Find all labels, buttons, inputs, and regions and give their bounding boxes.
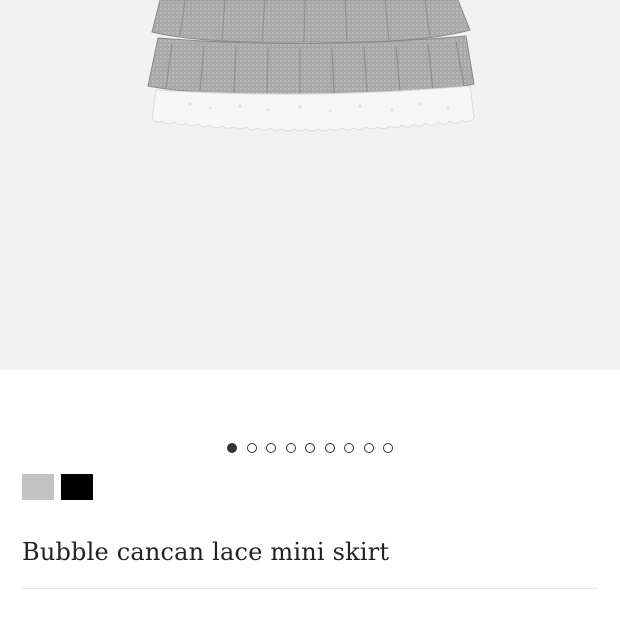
- image-pagination: [0, 443, 620, 453]
- pagination-dot-5[interactable]: [305, 443, 315, 453]
- pagination-dot-6[interactable]: [324, 443, 335, 453]
- pagination-dot-1[interactable]: [227, 443, 237, 453]
- product-title: Bubble cancan lace mini skirt: [22, 538, 390, 566]
- skirt-illustration: [147, 0, 475, 132]
- pagination-dot-7[interactable]: [344, 443, 354, 453]
- pagination-dot-8[interactable]: [363, 443, 374, 453]
- product-image[interactable]: [0, 0, 620, 370]
- color-swatches: [22, 474, 93, 500]
- pagination-dot-9[interactable]: [383, 443, 393, 453]
- pagination-dot-2[interactable]: [246, 443, 257, 453]
- pagination-dot-4[interactable]: [285, 443, 296, 453]
- product-page: Bubble cancan lace mini skirt: [0, 0, 620, 620]
- pagination-dot-3[interactable]: [266, 443, 276, 453]
- swatch-gray[interactable]: [22, 474, 54, 500]
- swatch-black[interactable]: [61, 474, 93, 500]
- divider: [22, 588, 598, 589]
